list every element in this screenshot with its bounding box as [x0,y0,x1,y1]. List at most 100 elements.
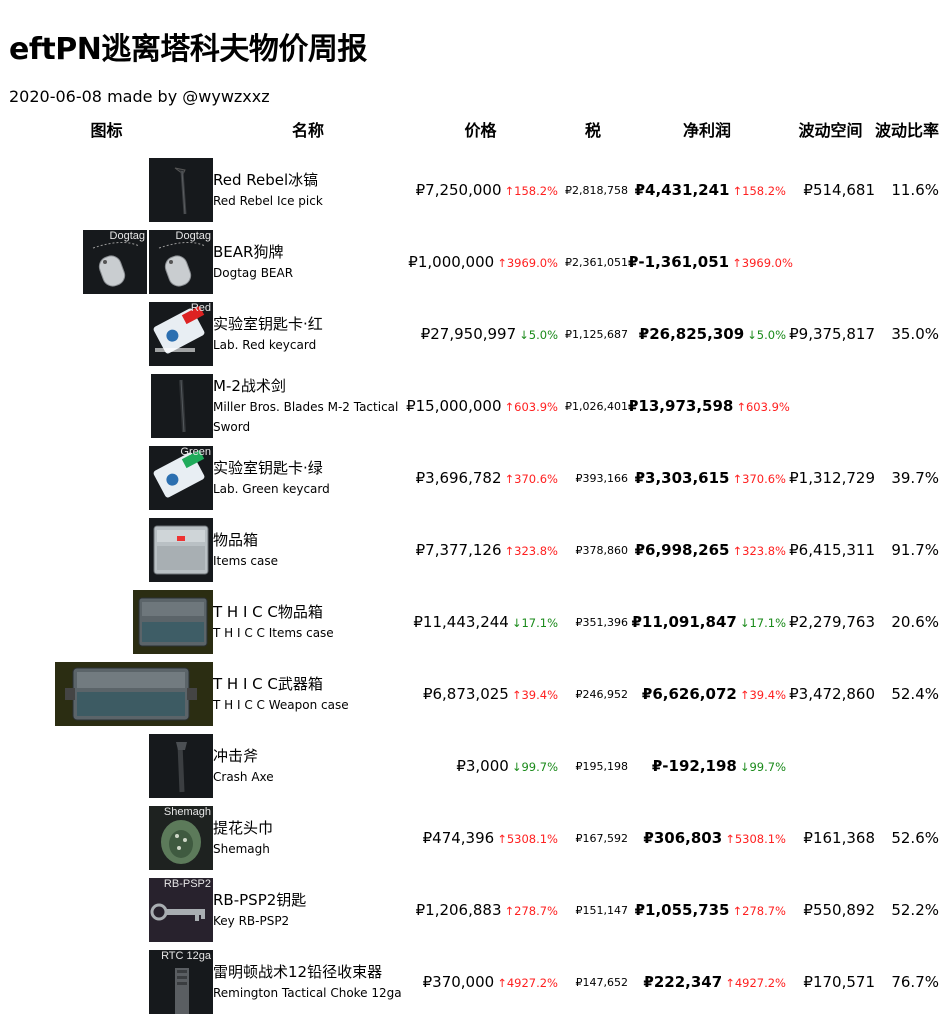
price-cell: ₽1,000,000 ↑3969.0% [403,226,558,298]
price-change: ↑4927.2% [497,976,558,990]
table-row: RB-PSP2 RB-PSP2钥匙 Key RB-PSP2 ₽1,206,883 ↑27… [0,874,939,946]
price-value: ₽3,000 [456,757,509,775]
price-change: ↑39.4% [511,688,558,702]
item-name-en: Red Rebel Ice pick [213,194,323,208]
tax-cell: ₽151,147 [575,903,629,917]
ratio-cell: 52.4% [891,685,939,703]
price-value: ₽3,696,782 [415,469,502,487]
item-name-en: Items case [213,554,278,568]
green-keycard-icon: Green [149,446,213,510]
ice-pick-icon [149,158,213,222]
table-row: RTC 12ga 雷明顿战术12铅径收束器 Remington Tactical C… [0,946,939,1018]
profit-change: ↑158.2% [732,184,787,198]
price-change: ↑603.9% [504,400,559,414]
table-row: Red Rebel冰镐 Red Rebel Ice pick ₽7,250,000 ↑… [0,154,939,226]
item-name-en: T H I C C Weapon case [213,698,349,712]
tax-cell: ₽1,125,687 [565,327,628,341]
dogtag-icon: Dogtag [83,230,147,294]
header-tax: 税 [584,121,601,140]
item-name-en: Miller Bros. Blades M-2 Tactical Sword [213,400,399,434]
name-cell: 雷明顿战术12铅径收束器 Remington Tactical Choke 12g… [213,946,403,1018]
price-cell: ₽6,873,025 ↑39.4% [403,658,558,730]
ratio-cell: 76.7% [891,973,939,991]
price-value: ₽1,000,000 [408,253,495,271]
profit-value: ₽3,303,615 [634,469,730,487]
dogtag-icon: Dogtag [149,230,213,294]
price-change: ↓5.0% [519,328,558,342]
tax-cell: ₽195,198 [575,759,629,773]
price-change: ↑3969.0% [497,256,558,270]
table-row: Dogtag Dogtag BEAR狗牌 Dogtag BEAR ₽1,000,000 ↑… [0,226,939,298]
ratio-cell [875,370,939,442]
range-cell [786,730,875,802]
price-value: ₽15,000,000 [406,397,502,415]
tax-cell: ₽351,396 [575,615,629,629]
table-row: M-2战术剑 Miller Bros. Blades M-2 Tactical S… [0,370,939,442]
item-name-cn: BEAR狗牌 [213,243,284,261]
item-name-cn: Red Rebel冰镐 [213,171,319,189]
item-name-en: Dogtag BEAR [213,266,294,280]
table-header-row: 图标 名称 价格 税 净利润 波动空间 波动比率 [0,108,939,154]
price-change: ↓99.7% [511,760,558,774]
price-value: ₽1,206,883 [415,901,502,919]
table-row: 冲击斧 Crash Axe ₽3,000 ↓99.7% ₽195,198 ₽-192,19… [0,730,939,802]
header-name: 名称 [291,121,324,140]
profit-change: ↓99.7% [739,760,786,774]
red-keycard-icon: Red [149,302,213,366]
table-row: 物品箱 Items case ₽7,377,126 ↑323.8% ₽378,860 ₽6… [0,514,939,586]
icon-cell [0,370,213,442]
name-cell: Red Rebel冰镐 Red Rebel Ice pick [213,154,403,226]
price-cell: ₽474,396 ↑5308.1% [403,802,558,874]
price-value: ₽6,873,025 [422,685,509,703]
price-change: ↓17.1% [511,616,558,630]
range-cell: ₽1,312,729 [789,469,875,487]
profit-change: ↑323.8% [732,544,787,558]
price-value: ₽7,250,000 [415,181,502,199]
profit-value: ₽13,973,598 [628,397,734,415]
items-case-icon [149,518,213,582]
price-table: 图标 名称 价格 税 净利润 波动空间 波动比率 Red Rebel冰镐 Red … [0,108,939,1018]
price-change: ↑370.6% [504,472,559,486]
table-row: Green 实验室钥匙卡·绿 Lab. Green keycard ₽3,696,78… [0,442,939,514]
profit-cell: ₽4,431,241 ↑158.2% [628,154,786,226]
item-name-cn: 雷明顿战术12铅径收束器 [213,963,383,981]
thicc-weapon-case-icon [55,662,213,726]
page-subtitle: 2020-06-08 made by @wywzxxz [9,87,270,106]
icon-label: RB-PSP2 [163,878,211,890]
profit-change: ↑4927.2% [725,976,786,990]
ratio-cell: 91.7% [891,541,939,559]
name-cell: 冲击斧 Crash Axe [213,730,403,802]
icon-label: Red [190,302,211,314]
item-name-en: Key RB-PSP2 [213,914,290,928]
profit-change: ↑5308.1% [725,832,786,846]
item-name-cn: 冲击斧 [213,747,259,765]
item-name-en: T H I C C Items case [213,626,334,640]
name-cell: 物品箱 Items case [213,514,403,586]
thicc-items-case-icon [133,590,213,654]
item-name-cn: T H I C C武器箱 [213,675,323,693]
profit-cell: ₽-192,198 ↓99.7% [628,730,786,802]
profit-value: ₽306,803 [643,829,723,847]
item-name-cn: 物品箱 [213,531,259,549]
icon-label: Dogtag [109,230,145,242]
profit-cell: ₽11,091,847 ↓17.1% [628,586,786,658]
ratio-cell: 20.6% [891,613,939,631]
profit-change: ↑603.9% [736,400,790,414]
ratio-cell: 35.0% [891,325,939,343]
icon-cell: Green [0,442,213,514]
price-value: ₽11,443,244 [413,613,509,631]
tax-cell: ₽147,652 [575,975,629,989]
icon-cell [0,730,213,802]
profit-cell: ₽13,973,598 ↑603.9% [628,370,790,442]
profit-cell: ₽1,055,735 ↑278.7% [628,874,786,946]
profit-value: ₽6,998,265 [634,541,730,559]
profit-value: ₽-192,198 [651,757,737,775]
header-profit: 净利润 [682,121,731,140]
table-row: Shemagh 提花头巾 Shemagh ₽474,396 ↑5308.1% ₽167,5… [0,802,939,874]
name-cell: M-2战术剑 Miller Bros. Blades M-2 Tactical S… [213,370,403,442]
tax-cell: ₽2,818,758 [565,183,628,197]
icon-cell: Red [0,298,213,370]
shemagh-icon: Shemagh [149,806,213,870]
table-row: T H I C C武器箱 T H I C C Weapon case ₽6,873,… [0,658,939,730]
price-change: ↑158.2% [504,184,559,198]
